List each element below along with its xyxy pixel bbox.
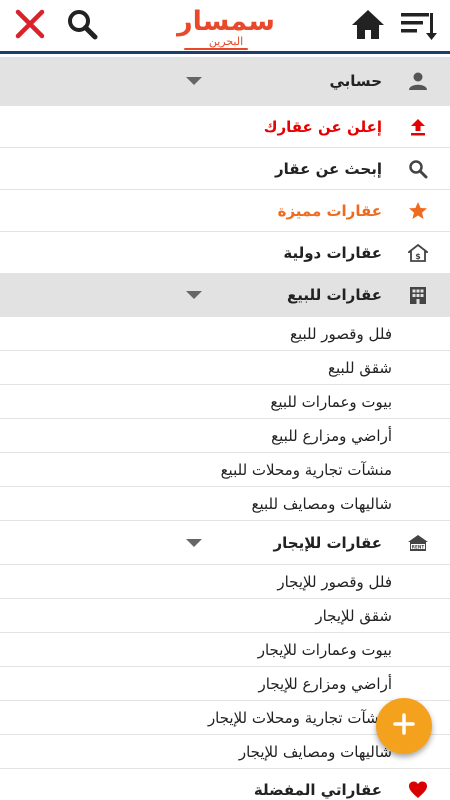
submenu-item-label: منشآت تجارية ومحلات للبيع	[220, 460, 392, 479]
submenu-item-label: شقق للإيجار	[315, 606, 392, 625]
menu-item-search[interactable]: إبحث عن عقار	[0, 148, 450, 190]
submenu-item-sale-commercial[interactable]: منشآت تجارية ومحلات للبيع	[0, 453, 450, 487]
submenu-item-rent-lands[interactable]: أراضي ومزارع للإيجار	[0, 667, 450, 701]
menu-item-post-ad-label: إعلن عن عقارك	[263, 117, 382, 136]
chevron-down-icon[interactable]	[186, 291, 202, 299]
submenu-item-label: فلل وقصور للإيجار	[277, 572, 392, 591]
home-button[interactable]	[348, 6, 388, 46]
person-icon	[406, 69, 430, 93]
menu-item-international[interactable]: $ عقارات دولية	[0, 232, 450, 274]
sort-menu-icon	[399, 5, 437, 47]
menu-category-for-sale[interactable]: عقارات للبيع	[0, 274, 450, 317]
logo-main-text: سمسار	[177, 6, 276, 37]
chevron-down-icon[interactable]	[186, 77, 202, 85]
submenu-item-label: أراضي ومزارع للإيجار	[258, 674, 392, 693]
menu-item-favorites-label: عقاراتي المفضلة	[253, 780, 382, 799]
submenu-item-label: أراضي ومزارع للبيع	[271, 426, 392, 445]
submenu-item-label: منشآت تجارية ومحلات للإيجار	[207, 708, 392, 727]
submenu-item-sale-apartments[interactable]: شقق للبيع	[0, 351, 450, 385]
menu-item-international-label: عقارات دولية	[283, 243, 382, 262]
side-menu: حسابي إعلن عن عقارك إبحث عن عقار عقارات …	[0, 57, 450, 800]
menu-category-for-rent[interactable]: RENT عقارات للإيجار	[0, 521, 450, 565]
app-header: سمسار البحرين	[0, 0, 450, 54]
search-icon	[406, 157, 430, 181]
close-icon	[14, 8, 46, 44]
app-logo: سمسار البحرين	[166, 8, 286, 50]
submenu-item-label: شاليهات ومصايف للبيع	[251, 494, 392, 513]
upload-icon	[406, 115, 430, 139]
submenu-item-rent-apartments[interactable]: شقق للإيجار	[0, 599, 450, 633]
search-button[interactable]	[62, 6, 102, 46]
sort-menu-button[interactable]	[398, 6, 438, 46]
svg-text:RENT: RENT	[412, 544, 425, 549]
submenu-item-label: فلل وقصور للبيع	[289, 324, 392, 343]
submenu-item-label: بيوت وعمارات للإيجار	[257, 640, 392, 659]
home-icon	[350, 6, 386, 46]
chevron-down-icon[interactable]	[186, 538, 202, 547]
close-button[interactable]	[10, 6, 50, 46]
menu-item-account-label: حسابي	[329, 72, 382, 90]
heart-icon	[406, 778, 430, 800]
add-listing-fab[interactable]	[376, 698, 432, 754]
menu-item-search-label: إبحث عن عقار	[275, 159, 382, 178]
submenu-item-label: شقق للبيع	[327, 358, 392, 377]
menu-item-favorites[interactable]: عقاراتي المفضلة	[0, 769, 450, 800]
search-icon	[65, 7, 99, 45]
submenu-item-label: شاليهات ومصايف للإيجار	[238, 742, 392, 761]
submenu-item-sale-chalets[interactable]: شاليهات ومصايف للبيع	[0, 487, 450, 521]
submenu-item-rent-houses[interactable]: بيوت وعمارات للإيجار	[0, 633, 450, 667]
rent-icon: RENT	[406, 531, 430, 555]
menu-item-account[interactable]: حسابي	[0, 57, 450, 106]
submenu-item-sale-villas[interactable]: فلل وقصور للبيع	[0, 317, 450, 351]
menu-category-for-rent-label: عقارات للإيجار	[273, 533, 382, 552]
menu-item-featured-label: عقارات مميزة	[277, 201, 382, 220]
menu-item-post-ad[interactable]: إعلن عن عقارك	[0, 106, 450, 148]
star-icon	[406, 199, 430, 223]
submenu-item-label: بيوت وعمارات للبيع	[270, 392, 392, 411]
menu-category-for-sale-label: عقارات للبيع	[287, 286, 382, 304]
plus-icon	[392, 712, 416, 740]
logo-underline	[184, 48, 248, 50]
house-dollar-icon: $	[406, 241, 430, 265]
svg-text:$: $	[415, 252, 421, 261]
submenu-item-sale-lands[interactable]: أراضي ومزارع للبيع	[0, 419, 450, 453]
logo-sub-text: البحرين	[208, 35, 244, 48]
menu-item-featured[interactable]: عقارات مميزة	[0, 190, 450, 232]
building-icon	[406, 283, 430, 307]
submenu-item-sale-houses[interactable]: بيوت وعمارات للبيع	[0, 385, 450, 419]
submenu-item-rent-villas[interactable]: فلل وقصور للإيجار	[0, 565, 450, 599]
